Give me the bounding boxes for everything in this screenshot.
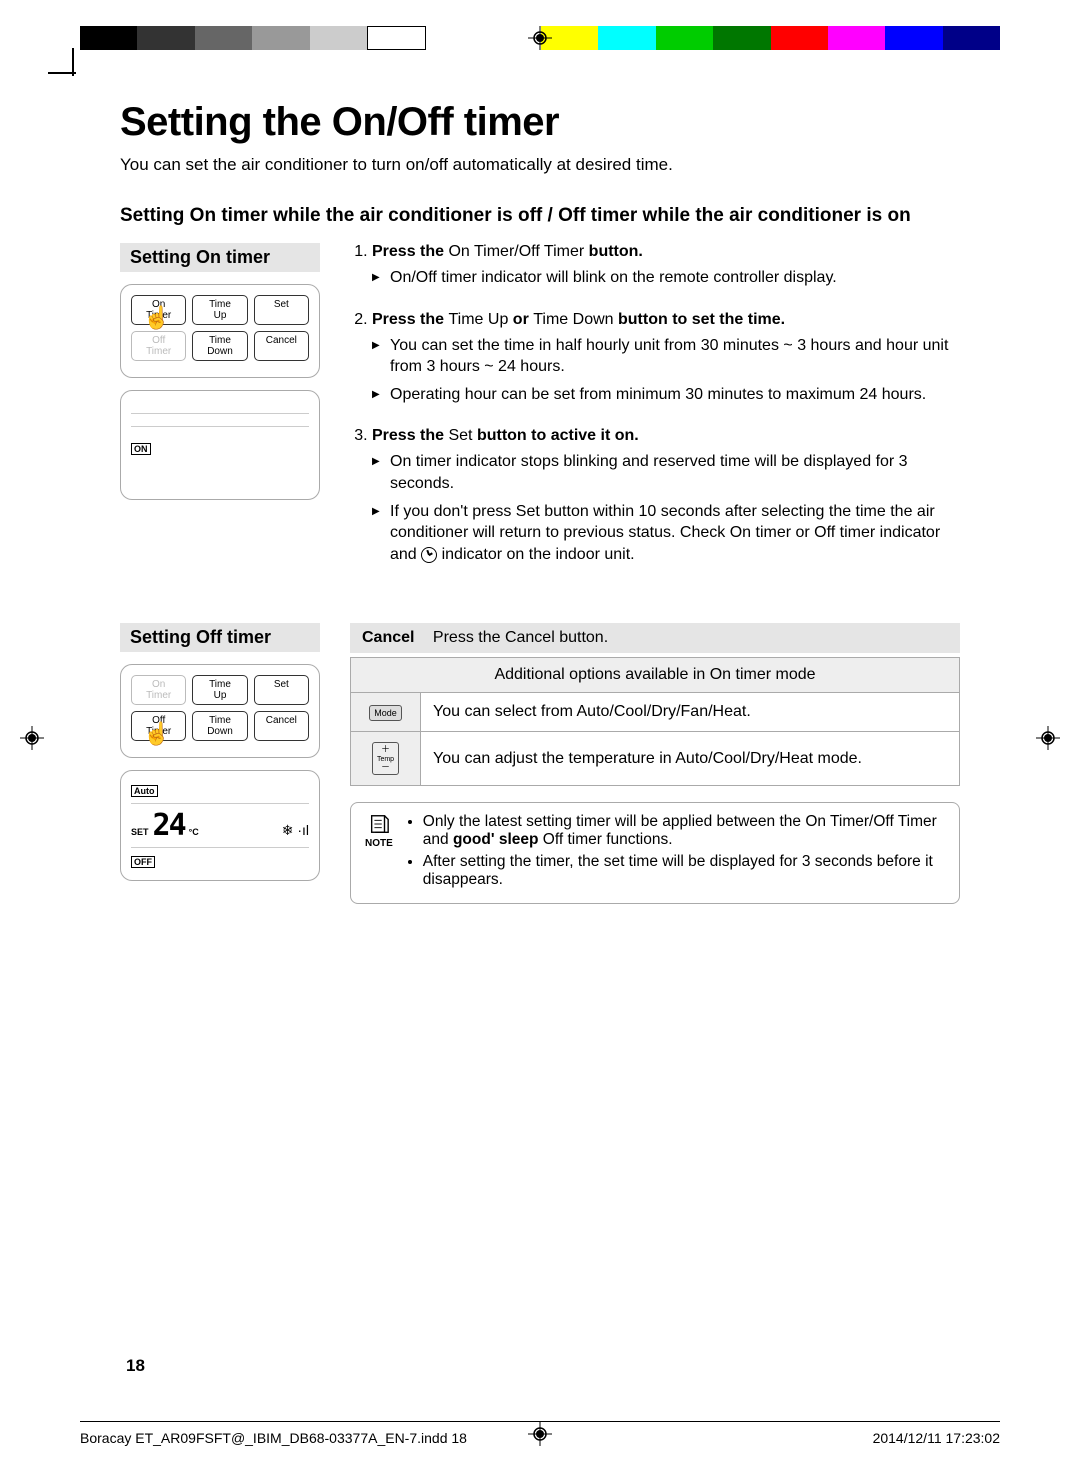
section-subheading: Setting On timer while the air condition… [120,205,960,227]
options-table: Additional options available in On timer… [350,657,960,786]
auto-badge: Auto [131,785,158,797]
cancel-label: Cancel [362,629,414,646]
on-timer-button: On Timer [131,295,186,325]
page-title: Setting the On/Off timer [120,100,960,145]
crop-mark [72,48,74,76]
mode-button-icon: Mode [369,705,402,721]
step-1: Press the On Timer/Off Timer button. On/… [372,243,960,289]
set-button: Set [254,675,309,705]
time-down-button: Time Down [192,331,247,361]
note-label: NOTE [365,813,393,893]
temp-digits: 24 [153,808,185,843]
note-item: Only the latest setting timer will be ap… [423,813,945,849]
print-footer: Boracay ET_AR09FSFT@_IBIM_DB68-03377A_EN… [80,1421,1000,1446]
step-3-bullet: If you don't press Set button within 10 … [372,501,960,566]
fan-icon: ❄ ·ıl [282,822,309,839]
step-2-bullet: Operating hour can be set from minimum 3… [372,384,960,406]
page-number: 18 [126,1356,145,1376]
remote-panel-off: On Timer Time Up Set Off Timer Time Down… [120,664,320,758]
note-icon [368,813,390,835]
cancel-text: Press the Cancel button. [433,629,608,646]
off-badge: OFF [131,856,155,868]
cancel-button: Cancel [254,331,309,361]
note-item: After setting the timer, the set time wi… [423,853,945,889]
cancel-button: Cancel [254,711,309,741]
step-2: Press the Time Up or Time Down button to… [372,311,960,406]
set-label: SET [131,827,149,837]
step-2-bullet: You can set the time in half hourly unit… [372,335,960,378]
option-desc: You can select from Auto/Cool/Dry/Fan/He… [421,693,960,732]
step-1-bullet: On/Off timer indicator will blink on the… [372,267,960,289]
on-timer-title: Setting On timer [120,243,320,272]
footer-timestamp: 2014/12/11 17:23:02 [873,1430,1000,1446]
temp-button-icon: ＋Temp－ [372,742,399,775]
set-button: Set [254,295,309,325]
off-timer-button: Off Timer [131,711,186,741]
table-row: Mode You can select from Auto/Cool/Dry/F… [351,693,960,732]
time-down-button: Time Down [192,711,247,741]
registration-mark-top [528,26,552,50]
clock-icon [421,547,437,563]
note-box: NOTE Only the latest setting timer will … [350,802,960,904]
options-header: Additional options available in On timer… [351,658,960,693]
option-desc: You can adjust the temperature in Auto/C… [421,732,960,786]
table-row: ＋Temp－ You can adjust the temperature in… [351,732,960,786]
display-panel-off: Auto SET 24 °C ❄ ·ıl OFF [120,770,320,881]
registration-mark-left [20,726,44,750]
step-3-bullet: On timer indicator stops blinking and re… [372,451,960,494]
display-panel-on: ON [120,390,320,500]
step-3: Press the Set button to active it on. On… [372,427,960,565]
remote-panel-on: On Timer Time Up Set ☝ Off Timer Time Do… [120,284,320,378]
on-badge: ON [131,443,151,455]
off-timer-title: Setting Off timer [120,623,320,652]
on-timer-button-dim: On Timer [131,675,186,705]
cancel-strip: Cancel Press the Cancel button. [350,623,960,653]
instruction-steps: Press the On Timer/Off Timer button. On/… [350,243,960,565]
registration-mark-right [1036,726,1060,750]
time-up-button: Time Up [192,295,247,325]
footer-file: Boracay ET_AR09FSFT@_IBIM_DB68-03377A_EN… [80,1430,467,1446]
intro-text: You can set the air conditioner to turn … [120,155,960,175]
off-timer-button-dim: Off Timer [131,331,186,361]
time-up-button: Time Up [192,675,247,705]
temp-unit: °C [189,827,199,837]
